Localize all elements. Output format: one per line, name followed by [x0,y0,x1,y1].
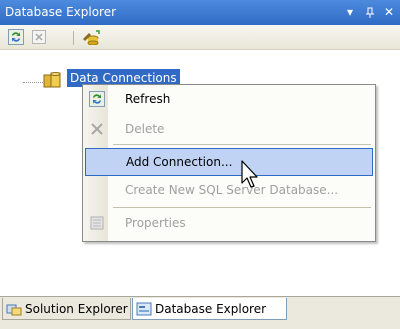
menu-item-create-sql-server-database[interactable]: Create New SQL Server Database... [83,176,375,204]
tree-connector-line [23,82,43,83]
menu-item-label: Refresh [125,92,171,106]
delete-icon[interactable] [31,29,47,45]
tab-label: Database Explorer [155,302,267,316]
refresh-icon [89,91,105,107]
bottom-tab-bar: Solution Explorer Database Explorer [0,296,400,329]
delete-icon [89,121,105,137]
menu-item-label: Add Connection... [126,155,233,169]
menu-item-add-connection[interactable]: Add Connection... [85,148,373,176]
menu-item-label: Properties [125,216,186,230]
toolbar [0,25,400,50]
solution-explorer-icon [6,301,22,317]
menu-item-refresh[interactable]: Refresh [83,85,375,113]
menu-item-delete[interactable]: Delete [83,115,375,143]
database-explorer-icon [136,301,152,317]
connect-to-database-icon[interactable] [81,29,101,46]
toolbar-separator [73,31,74,45]
close-icon[interactable]: ✕ [384,0,394,25]
menu-separator [113,144,371,145]
window-title: Database Explorer [5,5,117,19]
data-connections-icon [43,72,63,88]
properties-icon [89,215,105,231]
database-explorer-panel: Database Explorer ▾ ✕ Data Connections R… [0,0,400,329]
menu-item-label: Create New SQL Server Database... [125,183,339,197]
menu-separator [113,207,371,208]
auto-hide-pin-icon[interactable] [365,0,375,28]
tab-solution-explorer[interactable]: Solution Explorer [2,298,131,320]
menu-item-label: Delete [125,122,165,136]
mouse-cursor-icon [241,160,267,194]
tab-label: Solution Explorer [25,302,128,316]
context-menu: Refresh Delete Add Connection... Create … [82,84,376,242]
window-position-dropdown-icon[interactable]: ▾ [347,0,353,25]
tab-database-explorer[interactable]: Database Explorer [132,298,287,320]
menu-item-properties[interactable]: Properties [83,209,375,237]
title-bar: Database Explorer ▾ ✕ [0,0,400,25]
refresh-icon[interactable] [8,29,24,45]
